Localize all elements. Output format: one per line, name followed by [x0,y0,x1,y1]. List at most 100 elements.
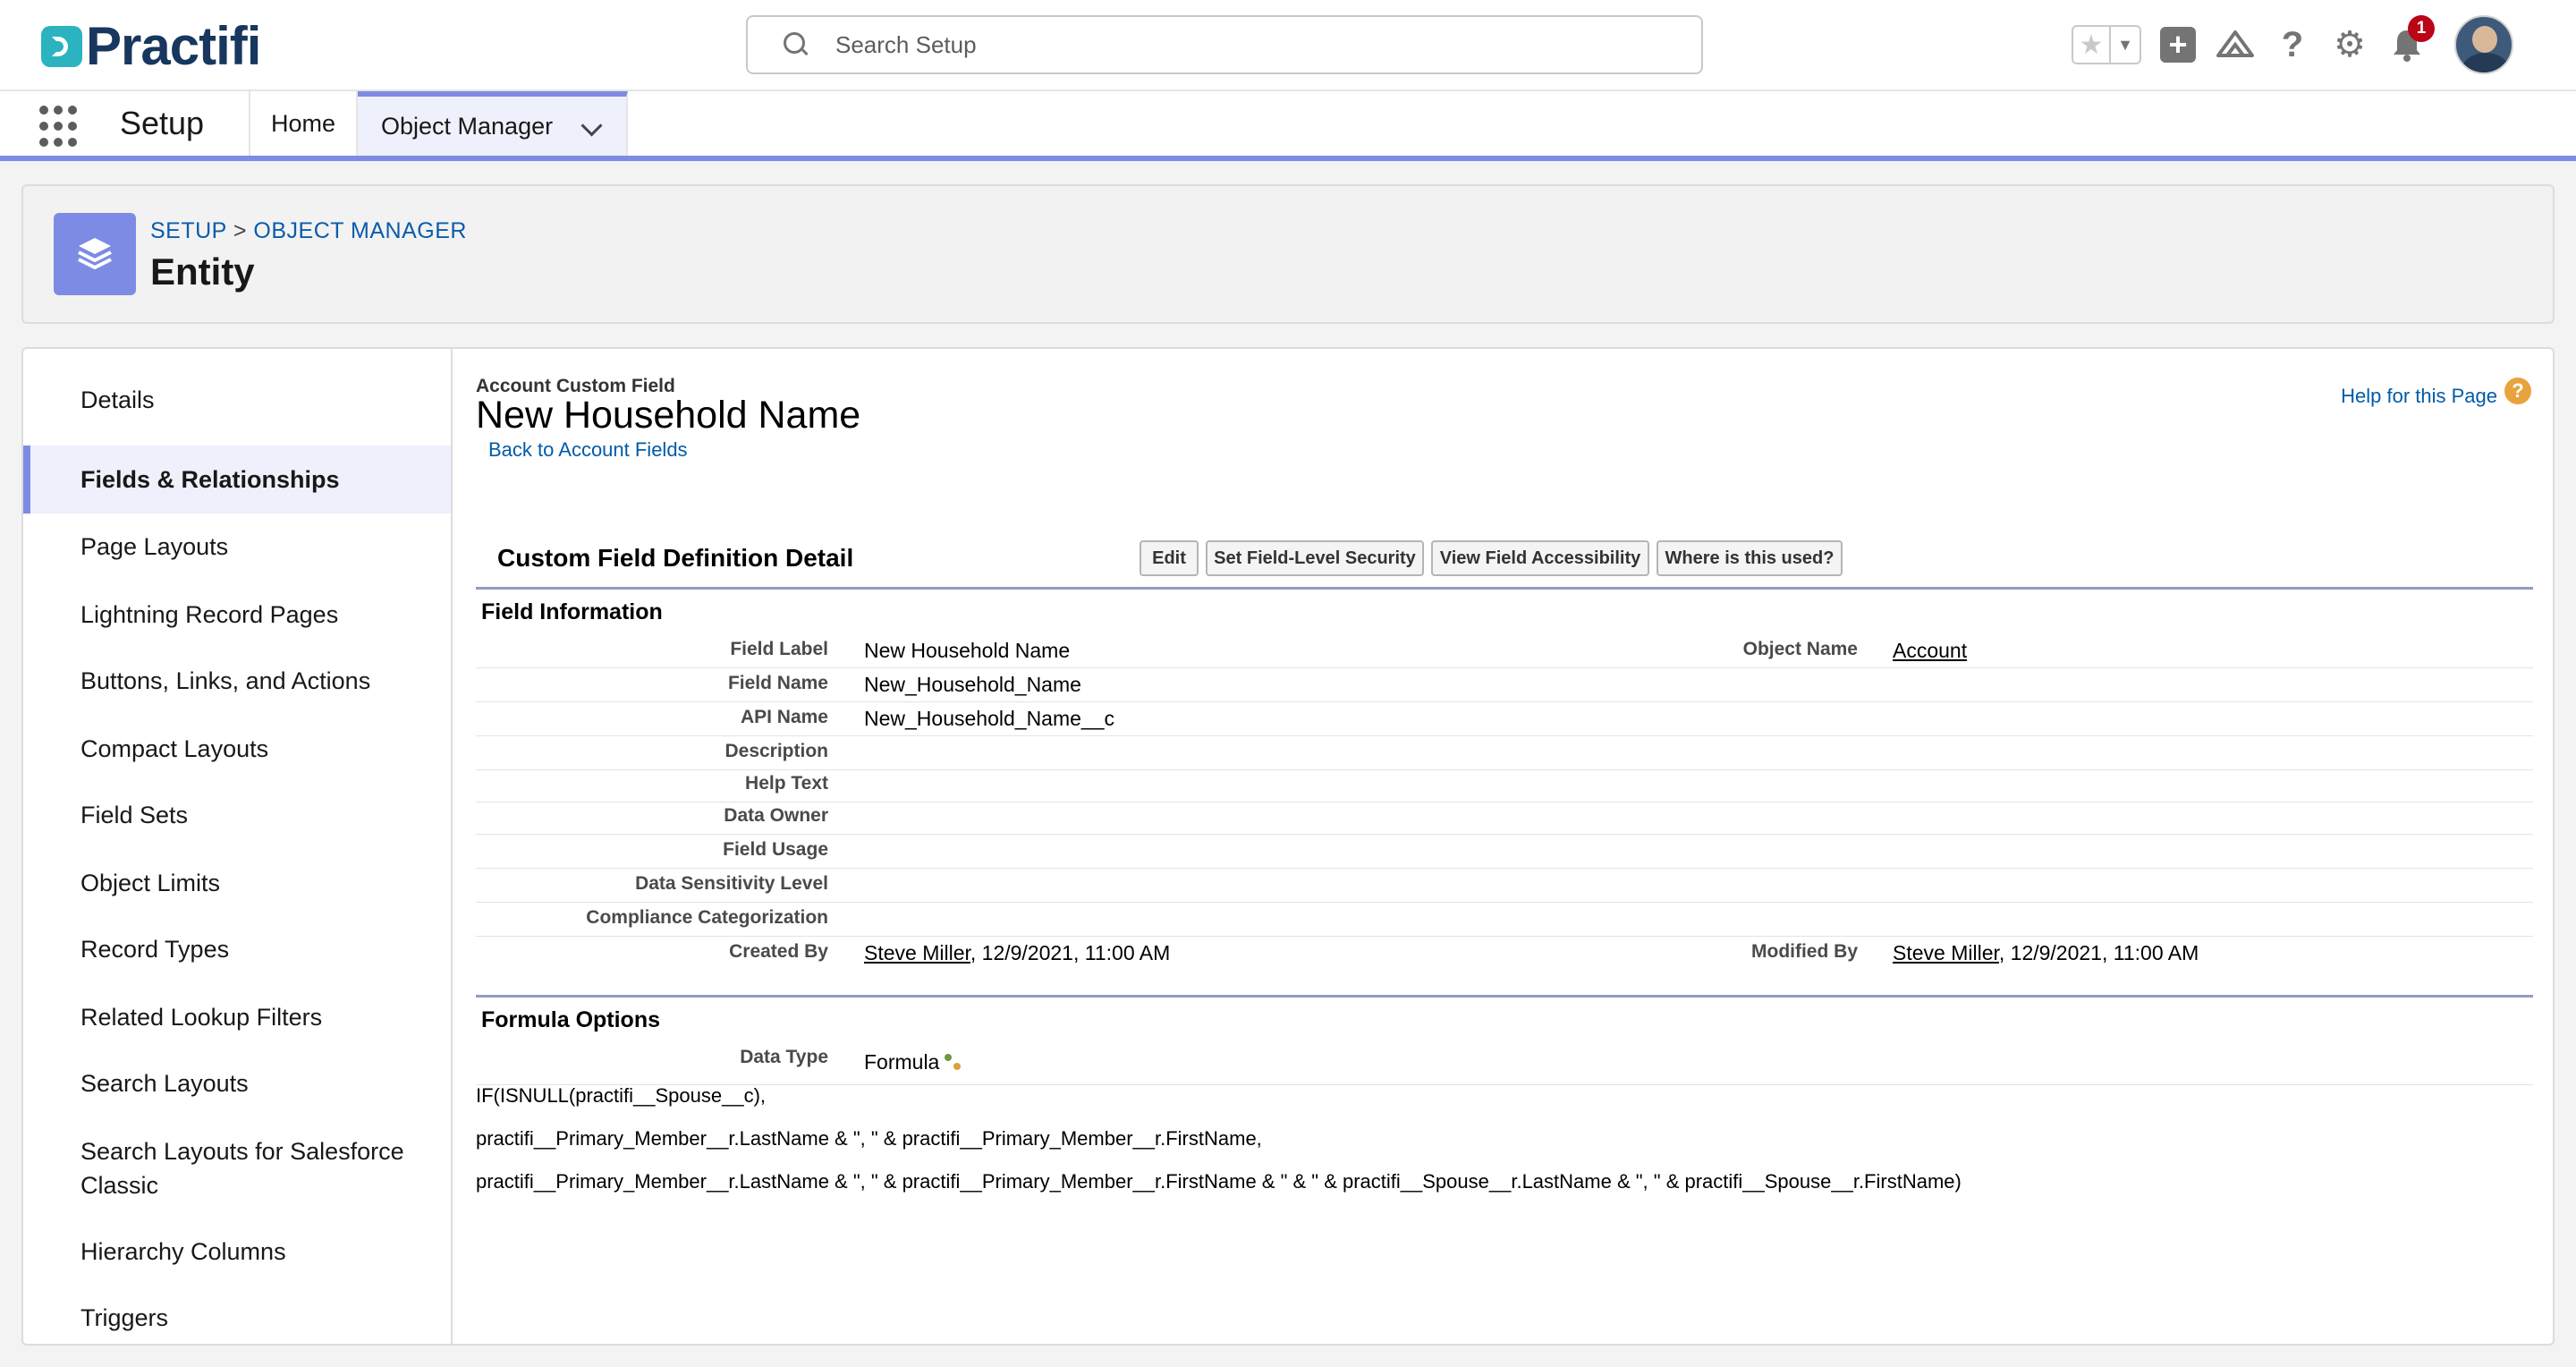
help-button[interactable]: ? [2272,24,2313,65]
sidebar-item-record-types[interactable]: Record Types [23,932,451,966]
sidebar-item-search-layouts-classic[interactable]: Search Layouts for Salesforce Classic [23,1134,451,1202]
row-api-name: API Name New_Household_Name__c [476,701,2533,736]
modified-by-label: Modified By [1751,941,1858,962]
tab-object-manager[interactable]: Object Manager [358,91,628,156]
logo-text: Practifi [86,16,261,76]
data-owner-label: Data Owner [724,805,828,826]
global-header: Practifi ★ ▼ + ? ⚙ 1 [0,0,2576,91]
formula-options-header: Formula Options [481,1007,660,1032]
sidebar-item-related-lookup-filters[interactable]: Related Lookup Filters [23,1000,451,1034]
description-label: Description [724,741,828,761]
api-name-label: API Name [740,707,828,727]
search-input[interactable] [834,30,1642,60]
sidebar-item-object-limits[interactable]: Object Limits [23,866,451,900]
api-name-value: New_Household_Name__c [864,707,1114,730]
modified-by-user-link[interactable]: Steve Miller [1893,941,1999,964]
formula-line-3: practifi__Primary_Member__r.LastName & "… [476,1170,1962,1193]
sidebar-item-field-sets[interactable]: Field Sets [23,798,451,832]
setup-gear-button[interactable]: ⚙ [2329,24,2370,65]
row-field-name: Field Name New_Household_Name [476,667,2533,702]
sidebar-item-fields-relationships[interactable]: Fields & Relationships [23,446,451,514]
plus-icon: + [2160,27,2196,63]
row-field-usage: Field Usage [476,834,2533,869]
tab-home-label: Home [270,109,336,137]
field-label-value: New Household Name [864,639,1071,662]
formula-section-divider [476,995,2533,998]
chevron-down-icon[interactable] [580,115,603,137]
set-field-level-security-button[interactable]: Set Field-Level Security [1206,540,1424,576]
sidebar-item-search-layouts[interactable]: Search Layouts [23,1066,451,1100]
notification-badge: 1 [2408,15,2435,42]
edit-button[interactable]: Edit [1140,540,1199,576]
row-data-owner: Data Owner [476,800,2533,835]
formula-line-2: practifi__Primary_Member__r.LastName & "… [476,1127,1262,1150]
app-name: Setup [120,105,205,141]
data-sensitivity-label: Data Sensitivity Level [635,873,828,894]
breadcrumb-object-manager[interactable]: OBJECT MANAGER [253,218,467,243]
sidebar-item-triggers[interactable]: Triggers [23,1301,451,1335]
sidebar-item-lightning-record-pages[interactable]: Lightning Record Pages [23,598,451,632]
context-nav-bar: Setup Home Object Manager [0,91,2576,161]
field-name-value: New_Household_Name [864,673,1081,696]
breadcrumb-setup[interactable]: SETUP [150,218,226,243]
object-header-card: SETUP > OBJECT MANAGER Entity [21,184,2555,324]
sidebar-item-details[interactable]: Details [23,383,451,417]
object-detail-card: Details Fields & Relationships Page Layo… [21,347,2555,1346]
global-actions-button[interactable]: + [2157,24,2199,65]
data-type-text: Formula [864,1050,940,1074]
field-usage-label: Field Usage [723,839,828,860]
sidebar-item-hierarchy-columns[interactable]: Hierarchy Columns [23,1235,451,1269]
created-by-date: , 12/9/2021, 11:00 AM [970,941,1171,964]
row-compliance: Compliance Categorization [476,902,2533,937]
star-icon[interactable]: ★ [2073,27,2111,63]
where-is-this-used-button[interactable]: Where is this used? [1657,540,1843,576]
sidebar-item-compact-layouts[interactable]: Compact Layouts [23,732,451,766]
layers-icon [54,213,136,295]
created-by-label: Created By [729,941,828,962]
modified-by-date: , 12/9/2021, 11:00 AM [1998,941,2199,964]
app-launcher-icon[interactable] [39,106,82,149]
user-avatar[interactable] [2454,15,2513,74]
object-sidebar: Details Fields & Relationships Page Layo… [23,349,453,1344]
gear-icon: ⚙ [2334,25,2366,64]
row-help-text: Help Text [476,768,2533,802]
sidebar-item-buttons-links-actions[interactable]: Buttons, Links, and Actions [23,664,451,698]
object-name-link[interactable]: Account [1893,639,1967,663]
tab-home[interactable]: Home [249,91,358,156]
data-type-value: Formula [864,1050,962,1074]
sidebar-item-page-layouts[interactable]: Page Layouts [23,530,451,564]
trailhead-icon [2216,30,2254,57]
help-text-label: Help Text [745,773,828,794]
row-field-label: Field Label New Household Name Object Na… [476,633,2533,668]
practifi-logo[interactable]: Practifi [41,16,261,76]
data-type-label: Data Type [740,1047,828,1067]
view-field-accessibility-button[interactable]: View Field Accessibility [1431,540,1649,576]
section-divider [476,587,2533,590]
field-information-header: Field Information [481,599,663,624]
header-actions: ★ ▼ + ? ⚙ 1 [2072,15,2513,74]
row-data-sensitivity: Data Sensitivity Level [476,868,2533,903]
created-by-value: Steve Miller, 12/9/2021, 11:00 AM [864,941,1170,965]
question-icon: ? [2281,24,2304,64]
created-by-user-link[interactable]: Steve Miller [864,941,970,964]
row-data-type: Data Type Formula [476,1041,2533,1085]
row-created-modified: Created By Steve Miller, 12/9/2021, 11:0… [476,936,2533,970]
favorites-group: ★ ▼ [2072,25,2141,64]
search-icon [778,27,814,63]
page-title: Entity [150,250,255,293]
field-label-label: Field Label [730,639,828,659]
help-icon[interactable]: ? [2504,378,2531,404]
modified-by-value: Steve Miller, 12/9/2021, 11:00 AM [1893,941,2199,965]
logo-mark-icon [41,26,82,67]
chevron-down-icon[interactable]: ▼ [2111,27,2140,63]
compliance-label: Compliance Categorization [586,907,828,928]
object-name-label: Object Name [1742,639,1858,659]
tab-object-manager-label: Object Manager [381,112,554,140]
notifications-button[interactable]: 1 [2386,15,2435,65]
global-search[interactable] [746,15,1703,74]
breadcrumb-separator: > [233,218,247,243]
formula-line-1: IF(ISNULL(practifi__Spouse__c), [476,1084,767,1107]
back-to-account-fields-link[interactable]: Back to Account Fields [488,438,688,462]
trailhead-button[interactable] [2215,24,2256,65]
help-for-page-link[interactable]: Help for this Page [2341,385,2497,408]
